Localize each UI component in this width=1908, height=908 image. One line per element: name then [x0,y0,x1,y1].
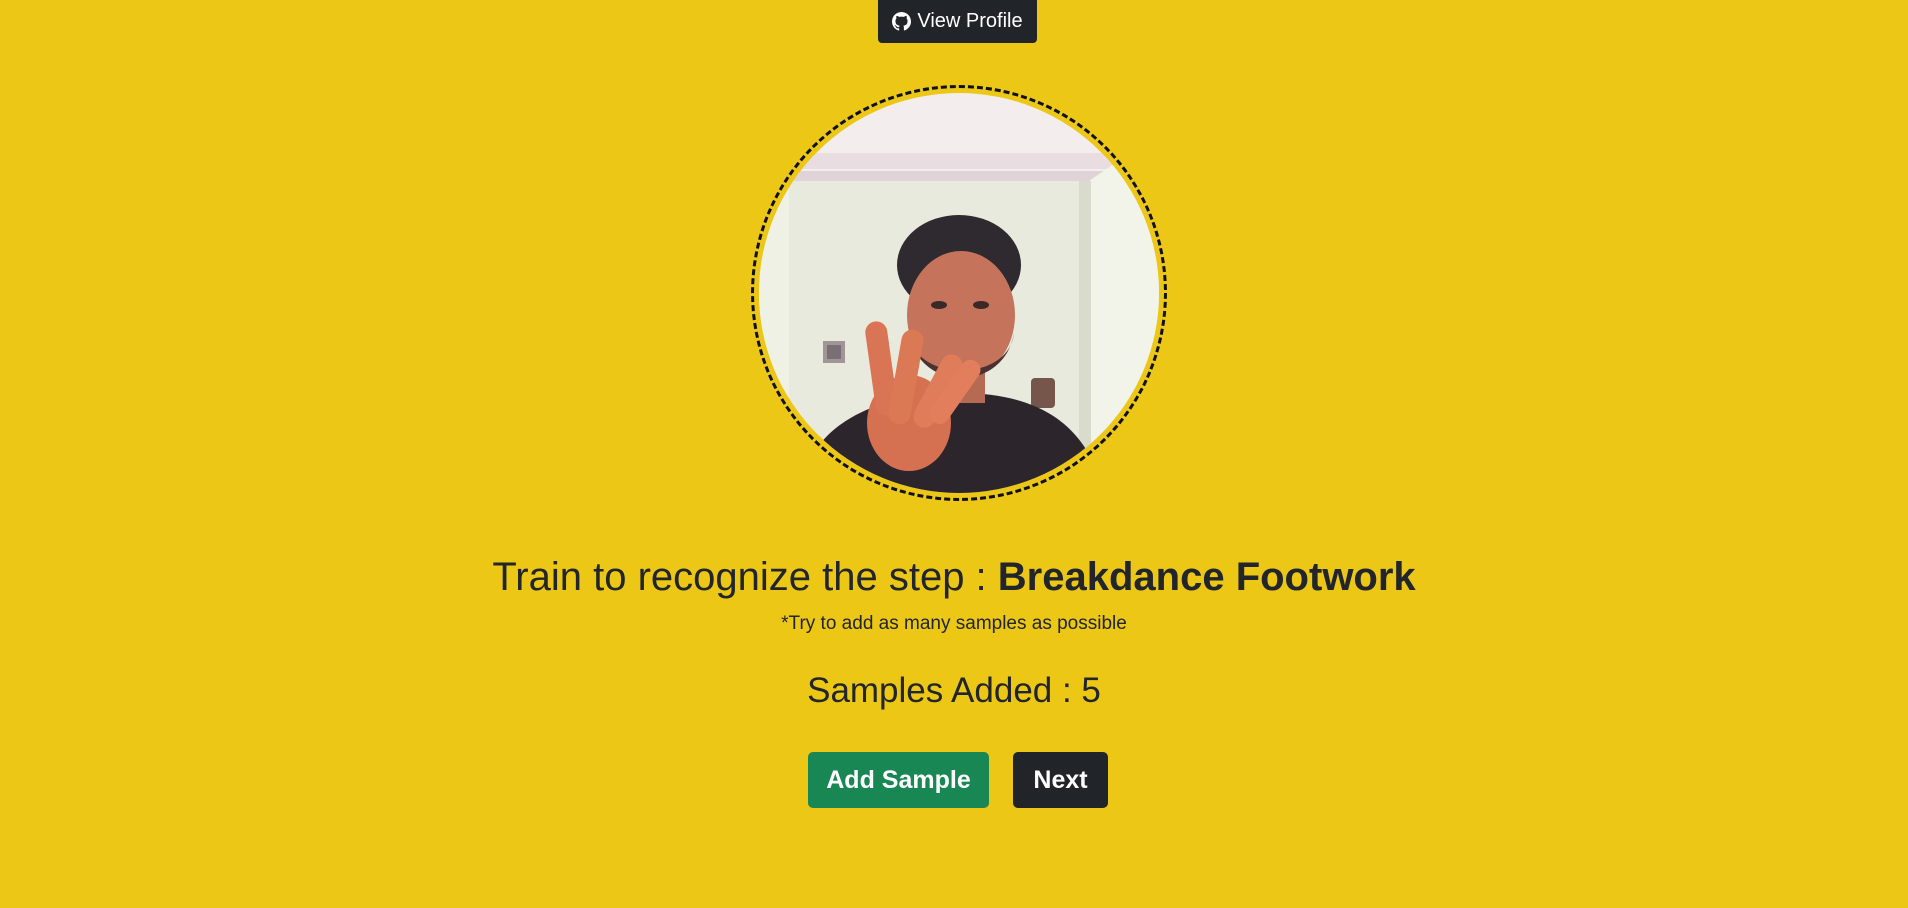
add-sample-button[interactable]: Add Sample [808,752,989,808]
next-button[interactable]: Next [1013,752,1108,808]
samples-count: Samples Added : 5 [807,671,1101,710]
github-icon [892,12,912,31]
training-prompt: Train to recognize the step : [492,555,998,599]
webcam-feed [759,93,1159,493]
step-name: Breakdance Footwork [997,555,1416,599]
page: View Profile Train to recognize the step… [0,0,1908,908]
training-hint: *Try to add as many samples as possible [781,613,1127,634]
view-profile-button[interactable]: View Profile [878,0,1037,43]
training-title: Train to recognize the step : Breakdance… [0,553,1908,601]
view-profile-label: View Profile [917,10,1023,32]
webcam-image [759,93,1159,493]
